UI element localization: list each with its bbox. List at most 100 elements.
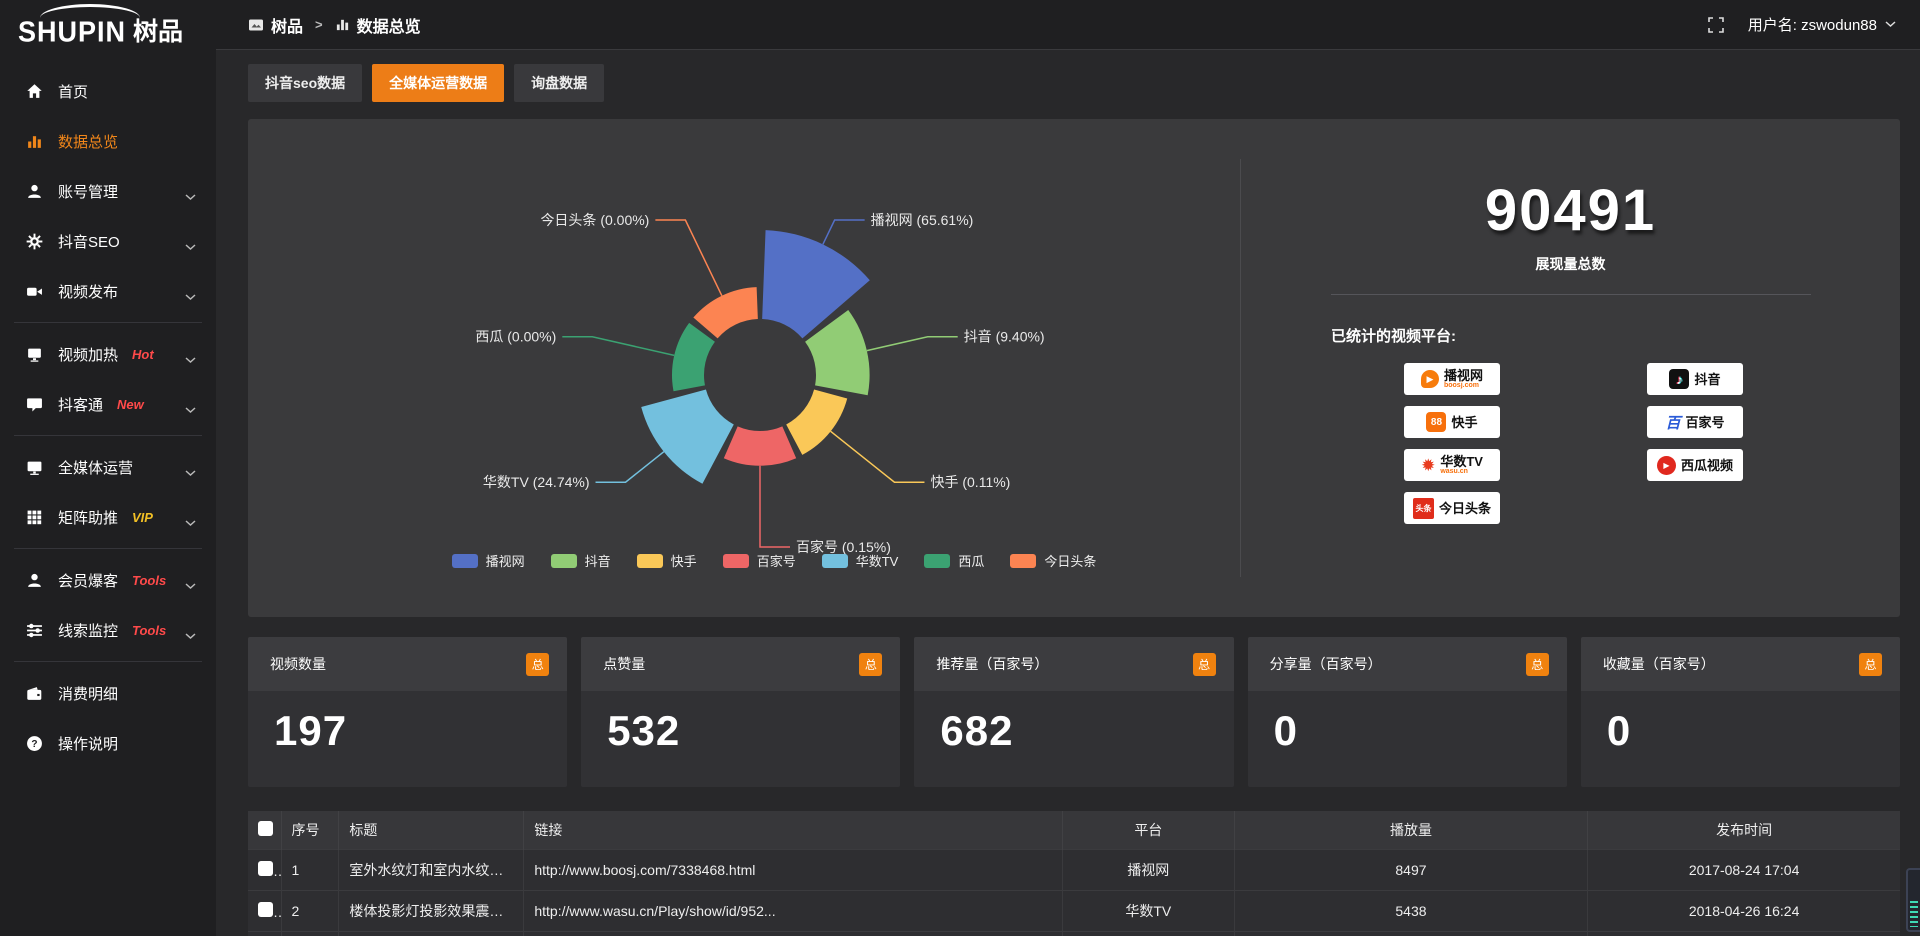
platform-badge-wasu: ✹华数TVwasu.cn [1404, 449, 1500, 481]
platform-badge-name: 播视网 [1444, 369, 1483, 382]
legend-label: 抖音 [585, 551, 611, 570]
sidebar-item-chat-6[interactable]: 抖客通New [0, 379, 216, 429]
stat-card-title: 视频数量 [270, 654, 326, 674]
sidebar-item-sliders-10[interactable]: 线索监控Tools [0, 605, 216, 655]
sidebar-item-label: 视频加热 [58, 344, 118, 365]
pie-slice-今日头条[interactable] [693, 287, 757, 338]
platform-badge-name: 抖音 [1694, 373, 1720, 386]
pie-label-华数TV: 华数TV (24.74%) [483, 474, 590, 490]
total-impressions-value: 90491 [1241, 177, 1900, 244]
legend-item-西瓜[interactable]: 西瓜 [924, 551, 984, 570]
sidebar-item-grid-8[interactable]: 矩阵助推VIP [0, 492, 216, 542]
pie-slice-百家号[interactable] [724, 426, 796, 465]
cell-title-link[interactable]: 室外水纹灯和室内水纹灯的区别和简介 [339, 849, 524, 890]
stat-cards: 视频数量总197点赞量总532推荐量（百家号）总682分享量（百家号）总0收藏量… [248, 637, 1900, 787]
sidebar-item-user-2[interactable]: 账号管理 [0, 166, 216, 216]
sidebar-divider [14, 435, 202, 436]
overview-panel: 播视网 (65.61%)抖音 (9.40%)快手 (0.11%)百家号 (0.1… [248, 119, 1900, 617]
legend-item-抖音[interactable]: 抖音 [551, 551, 611, 570]
chevron-down-icon [1885, 21, 1896, 28]
cell-platform: 播视网 [1062, 849, 1234, 890]
platform-badge-xigua: ▶西瓜视频 [1647, 449, 1743, 481]
cell-url-link[interactable] [524, 931, 1063, 936]
column-header: 序号 [281, 811, 339, 849]
pie-slice-华数TV[interactable] [641, 390, 734, 484]
sidebar-item-label: 操作说明 [58, 733, 118, 754]
sidebar: SHUPIN 树品 首页数据总览账号管理抖音SEO 视频发布视频加热Hot抖客通N… [0, 0, 216, 936]
sidebar-item-video-4[interactable]: 视频发布 [0, 266, 216, 316]
legend-item-今日头条[interactable]: 今日头条 [1010, 551, 1096, 570]
tab-1[interactable]: 全媒体运营数据 [372, 64, 504, 102]
cell-url-link[interactable]: http://www.boosj.com/7338468.html [524, 849, 1063, 890]
legend-item-播视网[interactable]: 播视网 [452, 551, 525, 570]
cell-plays: 5438 [1234, 890, 1588, 931]
stat-card-4: 收藏量（百家号）总0 [1581, 637, 1900, 787]
legend-label: 今日头条 [1044, 551, 1096, 570]
chevron-down-icon [185, 633, 196, 640]
legend-item-快手[interactable]: 快手 [637, 551, 697, 570]
total-badge: 总 [859, 653, 882, 676]
row-checkbox[interactable] [258, 861, 273, 876]
tab-2[interactable]: 询盘数据 [514, 64, 604, 102]
sidebar-item-gear-3[interactable]: 抖音SEO [0, 216, 216, 266]
stat-card-value: 682 [940, 707, 1013, 754]
table-row-1: 2楼体投影灯投影效果震撼上市http://www.wasu.cn/Play/sh… [248, 890, 1900, 931]
topbar: 树品 > 数据总览 用户名: zswodun88 [216, 0, 1920, 50]
boosj-logo-icon: ▶ [1421, 370, 1439, 388]
user-menu[interactable]: 用户名: zswodun88 [1748, 14, 1896, 35]
wallet-icon [26, 685, 43, 702]
cell-url-link[interactable]: http://www.wasu.cn/Play/show/id/952... [524, 890, 1063, 931]
topbar-right: 用户名: zswodun88 [1708, 14, 1896, 35]
sidebar-item-user-9[interactable]: 会员爆客Tools [0, 555, 216, 605]
platform-badge-kuaishou: 88快手 [1404, 406, 1500, 438]
pie-label-播视网: 播视网 (65.61%) [871, 212, 974, 228]
legend-item-华数TV[interactable]: 华数TV [822, 551, 899, 570]
chart-legend: 播视网 抖音 快手 百家号 华数TV 西瓜 今日头条 [308, 551, 1240, 570]
breadcrumb-app-icon [248, 17, 264, 33]
platform-badge-douyin: ♪抖音 [1647, 363, 1743, 395]
wasu-logo-icon: ✹ [1421, 457, 1435, 474]
cell-time: 2018-04-26 16:24 [1588, 890, 1900, 931]
sidebar-item-screen-7[interactable]: 全媒体运营 [0, 442, 216, 492]
pie-slice-西瓜[interactable] [672, 323, 715, 391]
pie-label-抖音: 抖音 (9.40%) [964, 329, 1045, 345]
tab-0[interactable]: 抖音seo数据 [248, 64, 362, 102]
breadcrumb-separator: > [315, 17, 323, 32]
chevron-down-icon [185, 357, 196, 364]
cell-time: 2017-08-24 17:04 [1588, 849, 1900, 890]
logo-text-en: SHUPIN [18, 16, 126, 49]
select-all-checkbox[interactable] [258, 821, 273, 836]
cell-title-link[interactable] [339, 931, 524, 936]
cell-no [281, 931, 339, 936]
sidebar-item-label: 矩阵助推 [58, 507, 118, 528]
column-header: 平台 [1062, 811, 1234, 849]
sidebar-item-label: 线索监控 [58, 620, 118, 641]
sidebar-item-bars-1[interactable]: 数据总览 [0, 116, 216, 166]
legend-item-百家号[interactable]: 百家号 [723, 551, 796, 570]
row-checkbox[interactable] [258, 902, 273, 917]
pie-slice-快手[interactable] [786, 390, 847, 455]
column-header: 标题 [339, 811, 524, 849]
logo[interactable]: SHUPIN 树品 [0, 0, 216, 54]
sidebar-item-label: 抖音SEO [58, 231, 120, 252]
sidebar-item-label: 消费明细 [58, 683, 118, 704]
legend-swatch [551, 554, 577, 568]
sidebar-item-label: 数据总览 [58, 131, 118, 152]
sidebar-item-wallet-11[interactable]: 消费明细 [0, 668, 216, 718]
stat-card-value: 0 [1274, 707, 1298, 754]
pie-label-今日头条: 今日头条 (0.00%) [540, 212, 649, 228]
legend-swatch [452, 554, 478, 568]
summary-rule [1331, 294, 1811, 295]
home-icon [26, 83, 43, 100]
legend-swatch [1010, 554, 1036, 568]
breadcrumb-item-home[interactable]: 树品 [271, 13, 303, 37]
cell-title-link[interactable]: 楼体投影灯投影效果震撼上市 [339, 890, 524, 931]
platform-share-chart: 播视网 (65.61%)抖音 (9.40%)快手 (0.11%)百家号 (0.1… [248, 119, 1240, 617]
fullscreen-icon[interactable] [1708, 17, 1724, 33]
floating-widget[interactable] [1906, 868, 1920, 932]
video-icon [26, 283, 43, 300]
sidebar-item-home-0[interactable]: 首页 [0, 66, 216, 116]
sidebar-item-heat-5[interactable]: 视频加热Hot [0, 329, 216, 379]
cell-platform: 华数TV [1062, 890, 1234, 931]
sidebar-item-question-12[interactable]: ?操作说明 [0, 718, 216, 768]
